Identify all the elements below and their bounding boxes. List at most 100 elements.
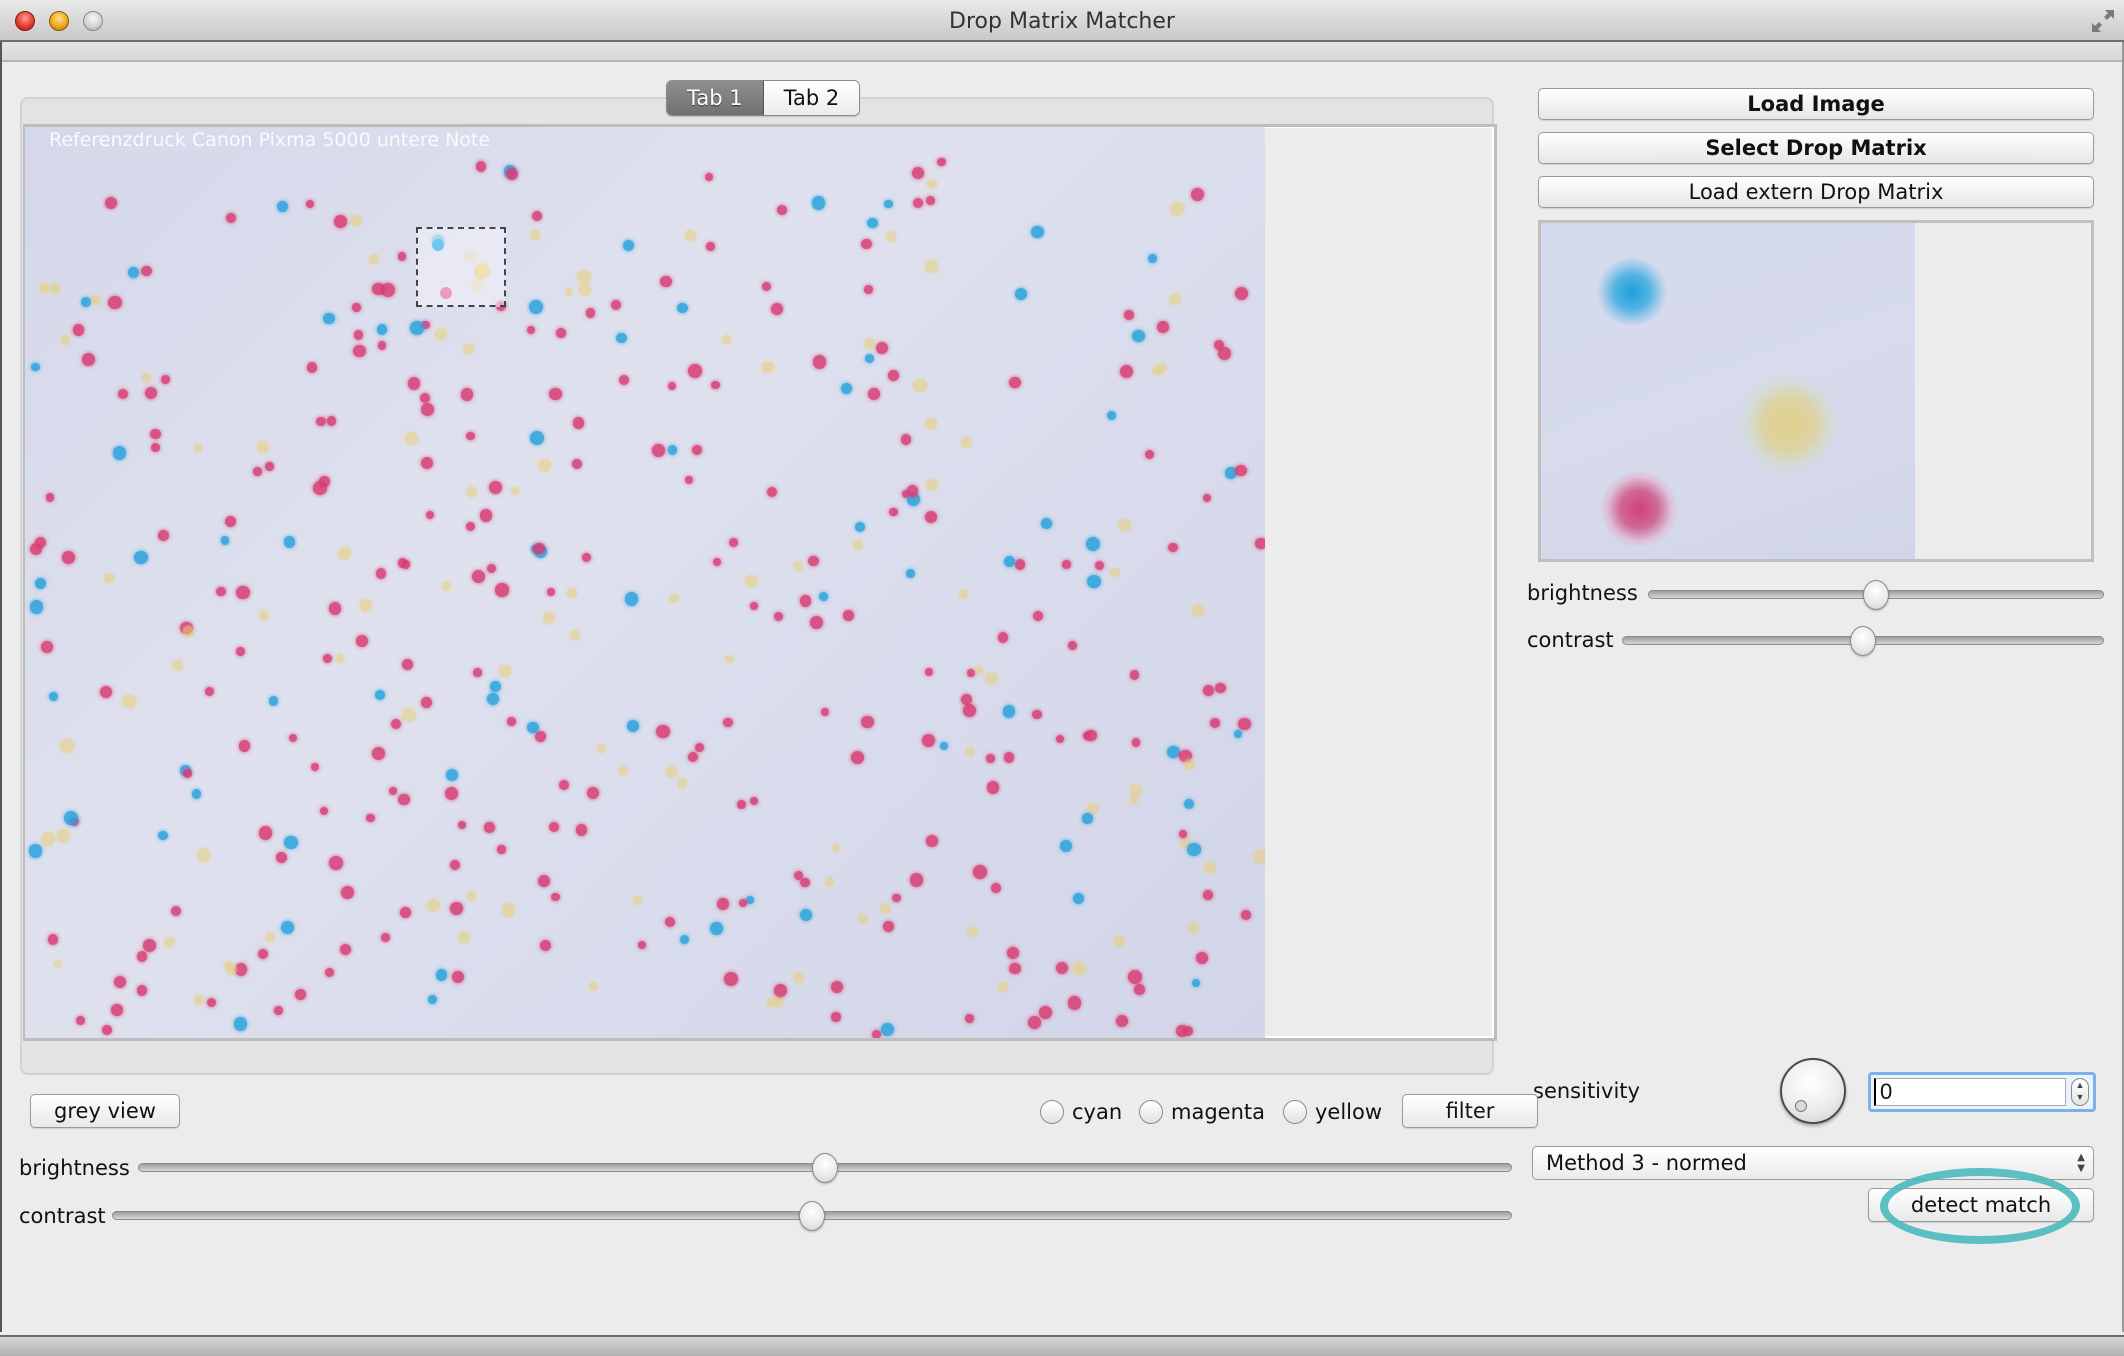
ink-drop <box>372 746 386 760</box>
close-window-button[interactable] <box>15 11 35 31</box>
grey-view-button[interactable]: grey view <box>30 1094 180 1128</box>
ink-drop <box>818 592 828 601</box>
ink-drop <box>335 654 345 663</box>
ink-drop <box>586 786 600 799</box>
ink-drop <box>1129 670 1140 680</box>
ink-drop <box>851 750 865 764</box>
ink-drop <box>1014 287 1028 301</box>
ink-drop <box>445 768 459 781</box>
slider-thumb[interactable] <box>799 1201 825 1231</box>
ink-drop <box>800 595 812 607</box>
right-contrast-label: contrast <box>1527 628 1614 652</box>
ink-drop <box>831 1012 842 1022</box>
sensitivity-knob[interactable] <box>1780 1058 1846 1124</box>
minimize-window-button[interactable] <box>49 11 69 31</box>
ink-drop <box>717 897 729 910</box>
ink-drop <box>926 196 936 205</box>
ink-drop <box>435 969 448 982</box>
toolbar-strip <box>0 42 2124 62</box>
radio-magenta[interactable]: magenta <box>1139 1097 1265 1127</box>
ink-drop <box>1254 537 1265 550</box>
ink-drop <box>537 459 551 473</box>
ink-drop <box>1009 376 1021 389</box>
ink-drop <box>808 555 819 567</box>
ink-drop <box>258 826 272 840</box>
radio-circle-icon[interactable] <box>1139 1100 1163 1124</box>
ink-drop <box>528 299 543 314</box>
ink-drop <box>48 934 59 945</box>
ink-drop <box>352 344 366 358</box>
ink-drop <box>1133 983 1145 995</box>
ink-drop <box>665 916 676 927</box>
ink-drop <box>427 899 440 913</box>
ink-drop <box>724 971 739 986</box>
right-contrast-slider[interactable] <box>1622 626 2104 656</box>
ink-drop <box>912 197 924 209</box>
ink-drop <box>762 282 772 292</box>
zoom-window-button[interactable] <box>83 11 103 31</box>
ink-drop <box>1033 610 1044 622</box>
ink-drop <box>597 743 606 753</box>
ink-drop <box>692 445 702 456</box>
ink-drop <box>377 341 387 350</box>
ink-drop <box>366 813 375 822</box>
ink-drop <box>579 284 592 297</box>
right-brightness-slider[interactable] <box>1648 580 2104 610</box>
bottom-contrast-slider[interactable] <box>112 1201 1512 1231</box>
selected-drop-magenta <box>440 287 452 299</box>
sensitivity-input[interactable]: 0 <box>1874 1078 2066 1106</box>
ink-drop <box>618 765 628 775</box>
spinner-down-icon[interactable]: ▼ <box>2072 1091 2088 1103</box>
ink-drop <box>310 762 320 771</box>
ink-drop <box>616 332 627 344</box>
filter-button[interactable]: filter <box>1402 1094 1538 1128</box>
ink-drop <box>1004 556 1016 568</box>
ink-drop <box>192 789 202 799</box>
ink-drop <box>704 172 713 182</box>
ink-drop <box>738 899 747 908</box>
ink-drop <box>567 588 578 599</box>
ink-drop <box>421 697 433 709</box>
slider-thumb[interactable] <box>812 1153 838 1183</box>
ink-drop <box>460 388 474 401</box>
ink-drop <box>687 363 702 378</box>
tab-1[interactable]: Tab 1 <box>667 81 764 115</box>
radio-cyan[interactable]: cyan <box>1040 1097 1122 1127</box>
slider-thumb[interactable] <box>1850 626 1876 656</box>
ink-drop <box>316 416 326 426</box>
ink-drop <box>102 1024 113 1035</box>
fullscreen-icon[interactable] <box>2090 8 2116 34</box>
ink-drop <box>486 692 499 705</box>
ink-drop <box>318 476 330 488</box>
load-extern-drop-matrix-button[interactable]: Load extern Drop Matrix <box>1538 176 2094 208</box>
main-image-canvas[interactable]: Referenzdruck Canon Pixma 5000 untere No… <box>25 127 1265 1038</box>
ink-drop <box>669 594 679 604</box>
load-image-button[interactable]: Load Image <box>1538 88 2094 120</box>
ink-drop <box>507 717 516 726</box>
sensitivity-spinner: 0 ▲ ▼ <box>1868 1072 2096 1112</box>
ink-drop <box>239 740 251 752</box>
ink-drop <box>1190 188 1204 202</box>
ink-drop <box>986 781 1000 794</box>
radio-circle-icon[interactable] <box>1040 1100 1064 1124</box>
ink-drop <box>375 568 387 580</box>
ink-drop <box>136 985 148 997</box>
spinner-up-icon[interactable]: ▲ <box>2072 1079 2088 1091</box>
radio-circle-icon[interactable] <box>1283 1100 1307 1124</box>
tab-2[interactable]: Tab 2 <box>763 81 860 115</box>
ink-drop <box>576 270 591 284</box>
spinner-arrows[interactable]: ▲ ▼ <box>2071 1078 2089 1106</box>
slider-thumb[interactable] <box>1863 580 1889 610</box>
radio-yellow[interactable]: yellow <box>1283 1097 1382 1127</box>
select-drop-matrix-button[interactable]: Select Drop Matrix <box>1538 132 2094 164</box>
ink-drop <box>49 282 61 294</box>
ink-drop <box>900 434 912 445</box>
ink-drop <box>800 908 813 921</box>
preview-drop-yellow <box>1739 375 1839 473</box>
ink-drop <box>1062 560 1071 569</box>
bottom-brightness-slider[interactable] <box>138 1153 1512 1183</box>
ink-drop <box>677 303 688 314</box>
selection-rectangle[interactable] <box>416 227 506 307</box>
ink-drop <box>401 659 413 671</box>
ink-drop <box>465 521 475 532</box>
